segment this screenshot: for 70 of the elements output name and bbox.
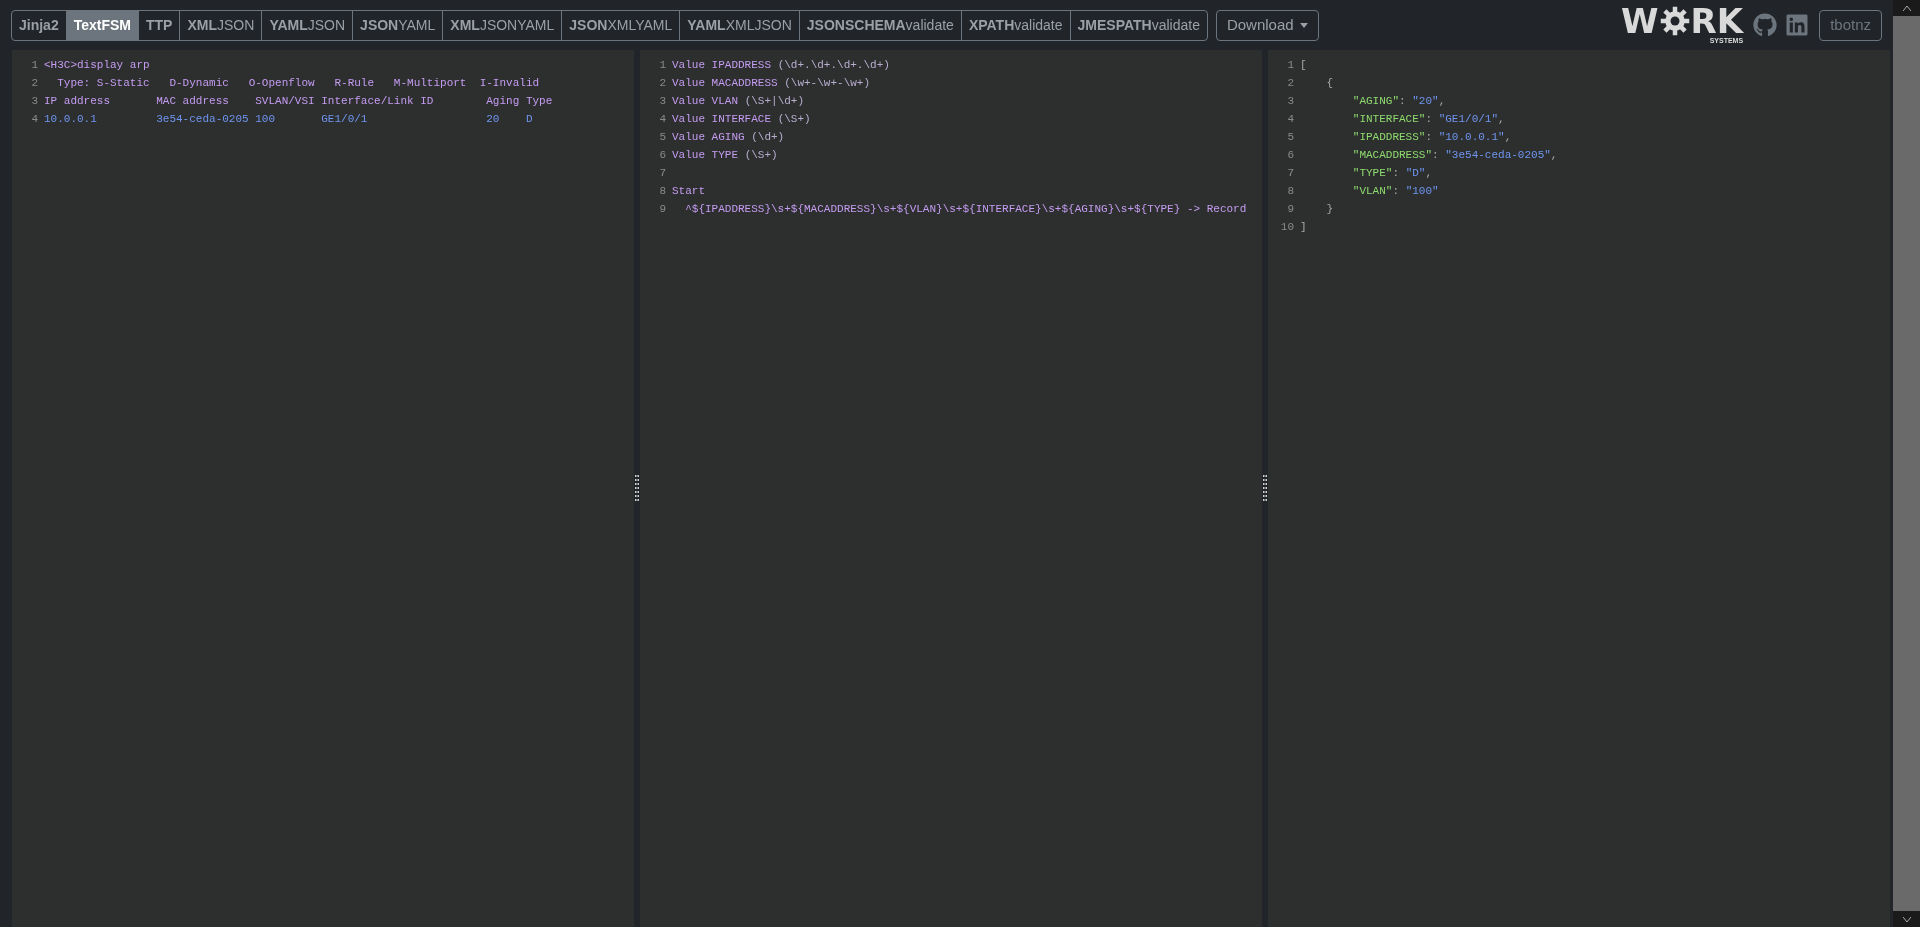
code-editor[interactable]: 1 [ 2 { 3 "AGING": "20", 4 "INTERFACE": "GE1/0/1", 5 "IPADDRESS": "10.0.0.1", 6 "MACADDRESS": "3e54-ceda-0205", 7 "TYPE": "D", 8 "VLAN": "100" 9 } 10 ]	[1268, 50, 1890, 927]
line-number: 6	[1286, 148, 1295, 163]
line-number: 3	[1286, 94, 1295, 109]
line-number: 10	[1279, 220, 1295, 235]
code-line: IP address MAC address SVLAN/VSI Interface/Link ID Aging Type	[44, 94, 553, 109]
code-line: "VLAN": "100"	[1351, 184, 1439, 199]
line-number: 4	[1286, 112, 1295, 127]
code-line: "IPADDRESS": "10.0.0.1",	[1351, 130, 1512, 145]
line-number: 2	[1286, 76, 1295, 91]
drag-handle-icon[interactable]	[1263, 473, 1267, 504]
gear-icon	[1659, 6, 1690, 36]
tab[interactable]: TextFSM	[65, 10, 138, 40]
line-number: 7	[1286, 166, 1295, 181]
line-number: 5	[1286, 130, 1295, 145]
code-line: }	[1325, 202, 1333, 217]
code-line: 10.0.0.1 3e54-ceda-0205 100 GE1/0/1 20 D	[44, 112, 533, 127]
tab[interactable]: TTP	[138, 10, 180, 40]
code-line: "INTERFACE": "GE1/0/1",	[1351, 112, 1505, 127]
code-line: {	[1325, 76, 1333, 91]
github-icon[interactable]	[1753, 13, 1778, 37]
code-line: Start	[672, 184, 705, 199]
code-line: "MACADDRESS": "3e54-ceda-0205",	[1351, 148, 1558, 163]
line-number: 3	[658, 94, 667, 109]
tab[interactable]: JMESPATHvalidate	[1069, 10, 1207, 40]
line-number: 3	[30, 94, 39, 109]
line-number: 1	[30, 58, 39, 73]
code-line: ]	[1300, 220, 1307, 235]
line-number: 4	[658, 112, 667, 127]
code-line: [	[1300, 58, 1307, 73]
line-number: 7	[658, 166, 667, 181]
code-line: Value INTERFACE (\S+)	[672, 112, 811, 127]
user-button[interactable]: tbotnz	[1819, 9, 1882, 41]
code-line: "AGING": "20",	[1351, 94, 1446, 109]
line-number: 9	[1286, 202, 1295, 217]
line-number: 8	[658, 184, 667, 199]
code-line: <H3C>display arp	[44, 58, 150, 73]
code-line: ^${IPADDRESS}\s+${MACADDRESS}\s+${VLAN}\s+${INTERFACE}\s+${AGING}\s+${TYPE} -> Record	[684, 202, 1247, 217]
line-number: 1	[1286, 58, 1295, 73]
tab[interactable]: XMLJSONYAML	[442, 10, 562, 40]
line-number: 9	[658, 202, 667, 217]
scrollbar[interactable]	[1893, 0, 1920, 927]
line-number: 1	[658, 58, 667, 73]
code-editor[interactable]: 1 <H3C>display arp 2 Type: S-Static D-Dynamic O-Openflow R-Rule M-Multiport I-Invalid 3 IP address MAC address SVLAN/VSI Interface/Link ID Aging Type 4 10.0.0.1 3e54-ceda-0205 100 GE1/0/1 20 D	[12, 50, 634, 927]
tab[interactable]: XMLJSON	[179, 10, 262, 40]
line-number: 8	[1286, 184, 1295, 199]
scroll-down-icon[interactable]	[1902, 916, 1911, 922]
scroll-up-icon[interactable]	[1902, 5, 1911, 11]
tab[interactable]: XPATHvalidate	[960, 10, 1070, 40]
tab[interactable]: JSONXMLYAML	[561, 10, 680, 40]
code-line: Type: S-Static D-Dynamic O-Openflow R-Rule M-Multiport I-Invalid	[56, 76, 540, 91]
caret-icon	[1299, 22, 1308, 28]
linkedin-icon[interactable]	[1785, 13, 1810, 37]
line-number: 4	[30, 112, 39, 127]
line-number: 2	[658, 76, 667, 91]
tab[interactable]: YAMLXMLJSON	[679, 10, 799, 40]
tab[interactable]: JSONSCHEMAvalidate	[798, 10, 961, 40]
code-line: Value AGING (\d+)	[672, 130, 785, 145]
tab[interactable]: JSONYAML	[352, 10, 443, 40]
code-line: Value VLAN (\S+|\d+)	[672, 94, 805, 109]
drag-handle-icon[interactable]	[635, 473, 639, 504]
download-button[interactable]: Download	[1215, 9, 1319, 41]
line-number: 5	[658, 130, 667, 145]
code-line: Value IPADDRESS (\d+.\d+.\d+.\d+)	[672, 58, 890, 73]
code-line: Value MACADDRESS (\w+-\w+-\w+)	[672, 76, 871, 91]
code-line: "TYPE": "D",	[1351, 166, 1433, 181]
line-number: 6	[658, 148, 667, 163]
tab[interactable]: Jinja2	[12, 10, 66, 40]
tab[interactable]: YAMLJSON	[261, 10, 353, 40]
code-line: Value TYPE (\S+)	[672, 148, 778, 163]
line-number: 2	[30, 76, 39, 91]
